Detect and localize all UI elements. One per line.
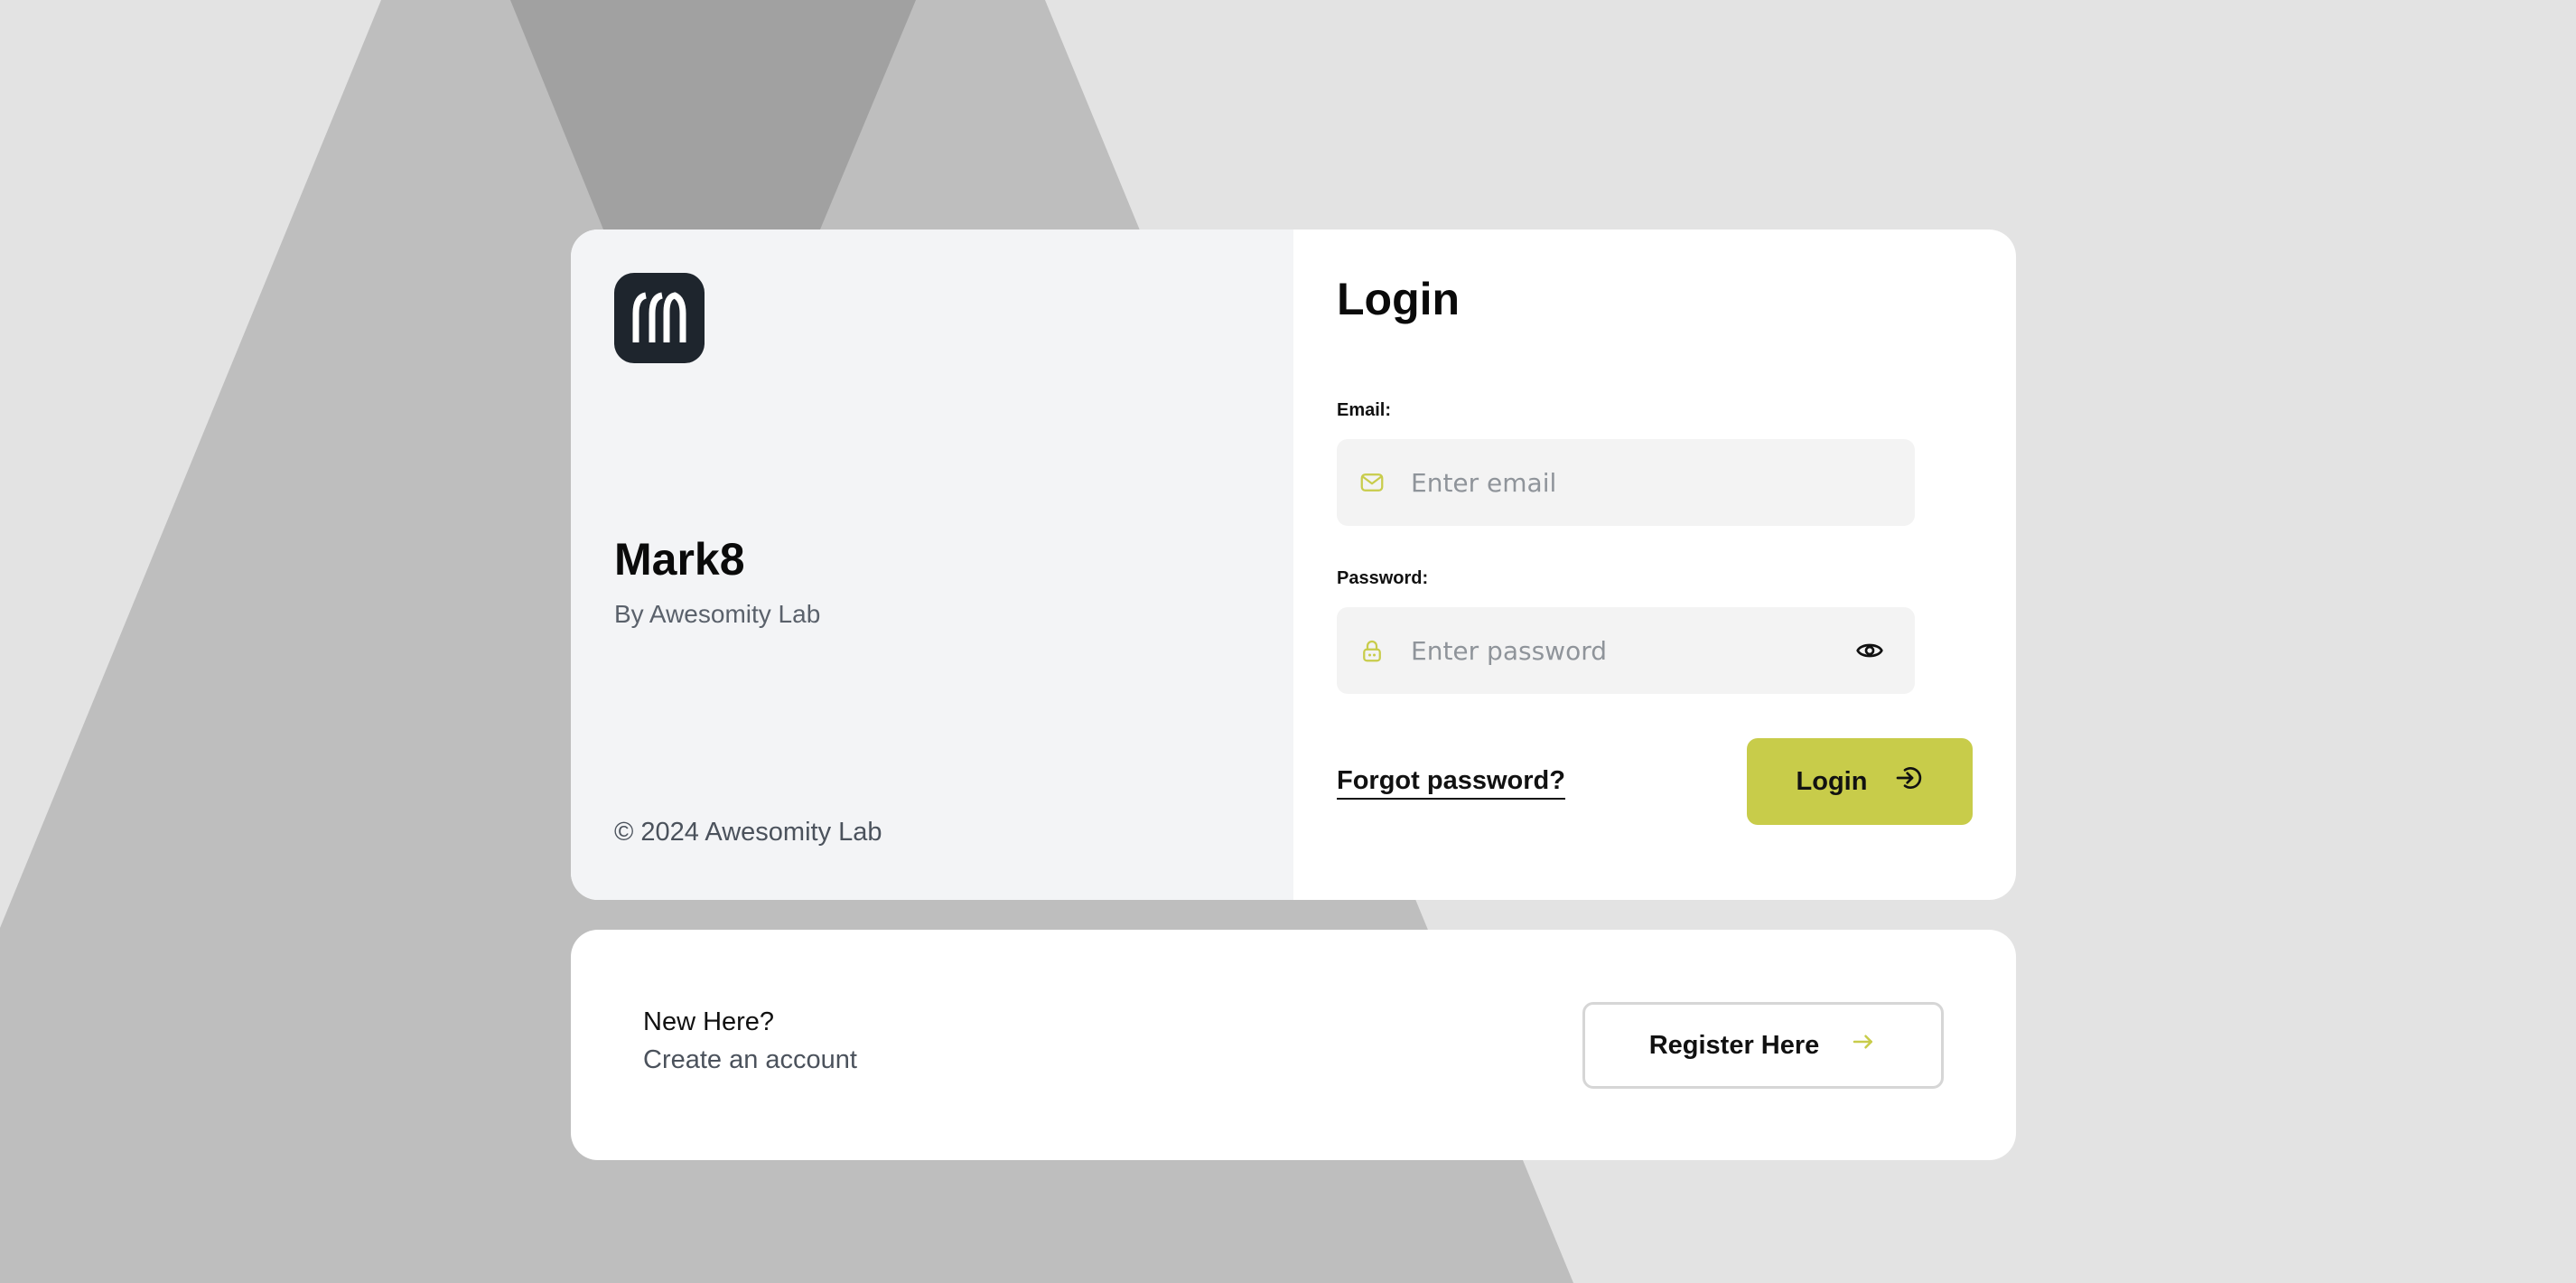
register-button-label: Register Here	[1648, 1030, 1820, 1060]
login-card: Mark8 By Awesomity Lab © 2024 Awesomity …	[571, 229, 2016, 900]
arrow-right-icon	[1850, 1028, 1877, 1063]
forgot-password-link[interactable]: Forgot password?	[1337, 766, 1565, 800]
password-label: Password:	[1337, 568, 1429, 588]
form-title: Login	[1337, 274, 1461, 324]
copyright-text: © 2024 Awesomity Lab	[614, 818, 882, 847]
login-form: Login Email: Password:	[1293, 229, 2016, 900]
password-input[interactable]	[1409, 623, 1850, 679]
email-input[interactable]	[1409, 454, 1915, 510]
login-button[interactable]: Login	[1747, 738, 1973, 825]
app-byline: By Awesomity Lab	[614, 600, 821, 628]
brand-panel: Mark8 By Awesomity Lab © 2024 Awesomity …	[571, 229, 1293, 900]
email-field-container	[1337, 439, 1915, 526]
register-card: New Here? Create an account Register Her…	[571, 930, 2016, 1160]
register-button[interactable]: Register Here	[1582, 1002, 1944, 1089]
app-name: Mark8	[614, 534, 745, 585]
password-field-container	[1337, 607, 1915, 694]
login-arrow-icon	[1894, 763, 1923, 800]
eye-icon[interactable]	[1850, 631, 1890, 670]
register-heading: New Here?	[643, 1007, 775, 1036]
lock-icon	[1357, 635, 1387, 666]
email-label: Email:	[1337, 400, 1392, 420]
m8-logo-icon	[614, 273, 705, 363]
mail-icon	[1357, 467, 1387, 498]
register-subheading: Create an account	[643, 1045, 857, 1074]
login-button-label: Login	[1796, 766, 1868, 796]
